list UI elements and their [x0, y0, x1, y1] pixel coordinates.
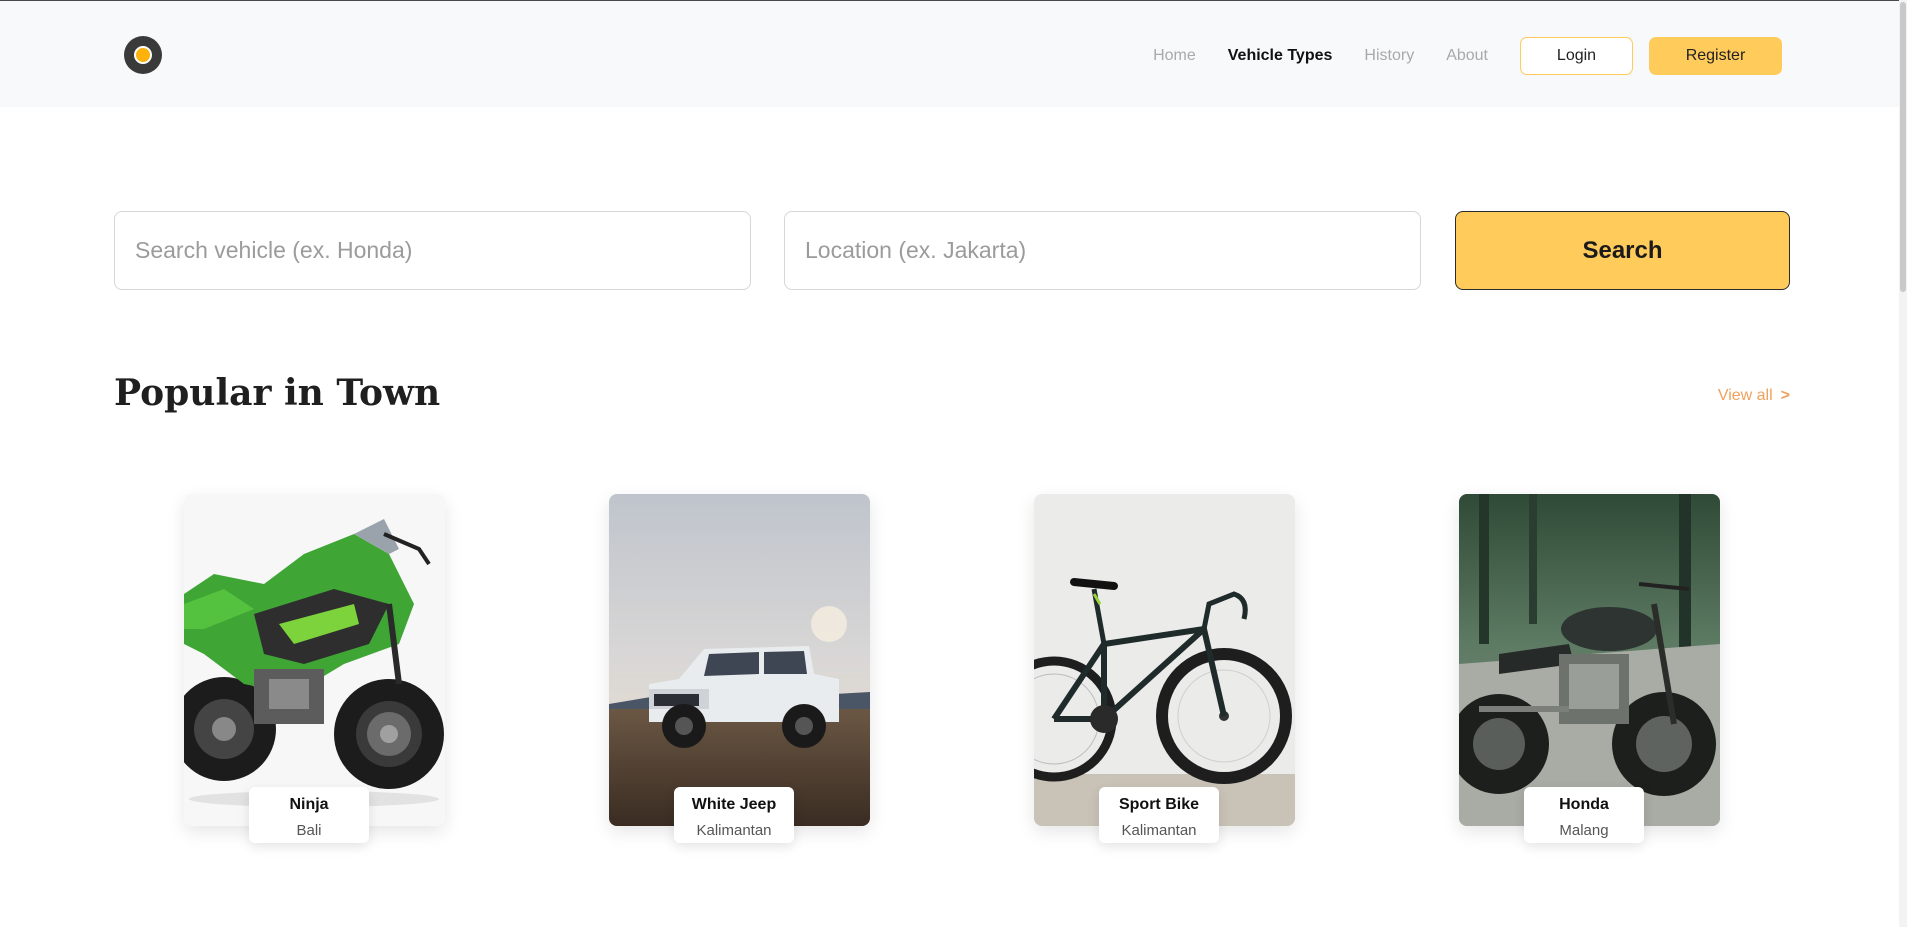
vehicle-image	[1459, 494, 1720, 826]
page-scrollbar[interactable]	[1899, 0, 1907, 927]
vehicle-name: Ninja	[289, 796, 329, 813]
scrollbar-thumb[interactable]	[1900, 2, 1906, 292]
section-title: Popular in Town	[114, 372, 441, 414]
view-all-label: View all	[1717, 387, 1773, 404]
search-bar: Search	[114, 211, 1790, 290]
vehicle-search-input[interactable]	[114, 211, 751, 290]
login-button[interactable]: Login	[1520, 37, 1633, 75]
logo-circle-icon[interactable]	[124, 36, 162, 74]
view-all-link[interactable]: View all >	[1718, 387, 1790, 405]
nav-home[interactable]: Home	[1153, 47, 1196, 65]
vehicle-location: Malang	[1559, 822, 1609, 839]
vehicle-card[interactable]: Sport Bike Kalimantan	[1034, 494, 1295, 843]
vehicle-card-label: White Jeep Kalimantan	[674, 787, 794, 843]
chevron-right-icon: >	[1780, 387, 1790, 404]
nav-history[interactable]: History	[1364, 47, 1414, 65]
vehicle-location: Kalimantan	[1121, 822, 1197, 839]
logo-dot	[134, 46, 152, 64]
vehicle-card[interactable]: Honda Malang	[1459, 494, 1720, 843]
main-nav: Home Vehicle Types History About Login R…	[1153, 37, 1782, 75]
vehicle-image	[609, 494, 870, 826]
nav-about[interactable]: About	[1446, 47, 1488, 65]
vehicle-image	[1034, 494, 1295, 826]
nav-vehicle-types[interactable]: Vehicle Types	[1228, 47, 1333, 65]
vehicle-card[interactable]: Ninja Bali	[184, 494, 445, 843]
vehicle-name: White Jeep	[691, 796, 777, 813]
vehicle-card-label: Honda Malang	[1524, 787, 1644, 843]
vehicle-card[interactable]: White Jeep Kalimantan	[609, 494, 870, 843]
top-navbar: Home Vehicle Types History About Login R…	[0, 0, 1907, 107]
vehicle-location: Kalimantan	[696, 822, 772, 839]
vehicle-name: Sport Bike	[1118, 796, 1199, 813]
search-button[interactable]: Search	[1455, 211, 1790, 290]
register-button[interactable]: Register	[1649, 37, 1782, 75]
vehicle-name: Honda	[1559, 796, 1609, 813]
vehicle-image	[184, 494, 445, 826]
vehicle-card-label: Sport Bike Kalimantan	[1099, 787, 1219, 843]
location-input[interactable]	[784, 211, 1421, 290]
vehicle-card-label: Ninja Bali	[249, 787, 369, 843]
vehicle-location: Bali	[296, 822, 322, 839]
